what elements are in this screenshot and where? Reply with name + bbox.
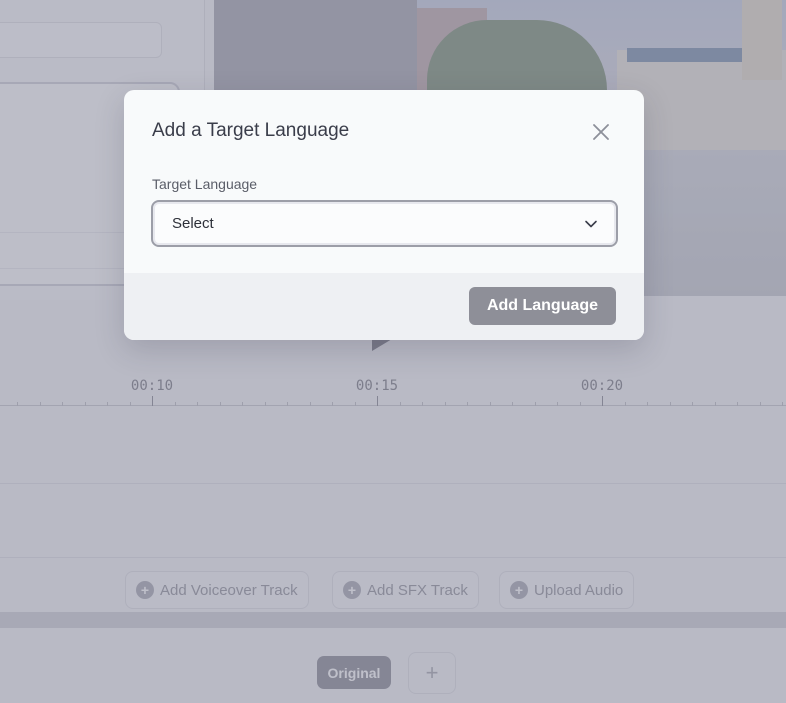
add-language-submit-button[interactable]: Add Language — [469, 287, 616, 325]
select-value: Select — [172, 215, 214, 232]
chevron-down-icon — [584, 217, 598, 231]
dialog-footer: Add Language — [124, 273, 644, 340]
target-language-select[interactable]: Select — [151, 200, 618, 247]
add-target-language-dialog: Add a Target Language Target Language Se… — [124, 90, 644, 340]
dialog-title: Add a Target Language — [152, 120, 350, 141]
target-language-label: Target Language — [152, 176, 258, 192]
close-icon[interactable] — [589, 120, 613, 144]
